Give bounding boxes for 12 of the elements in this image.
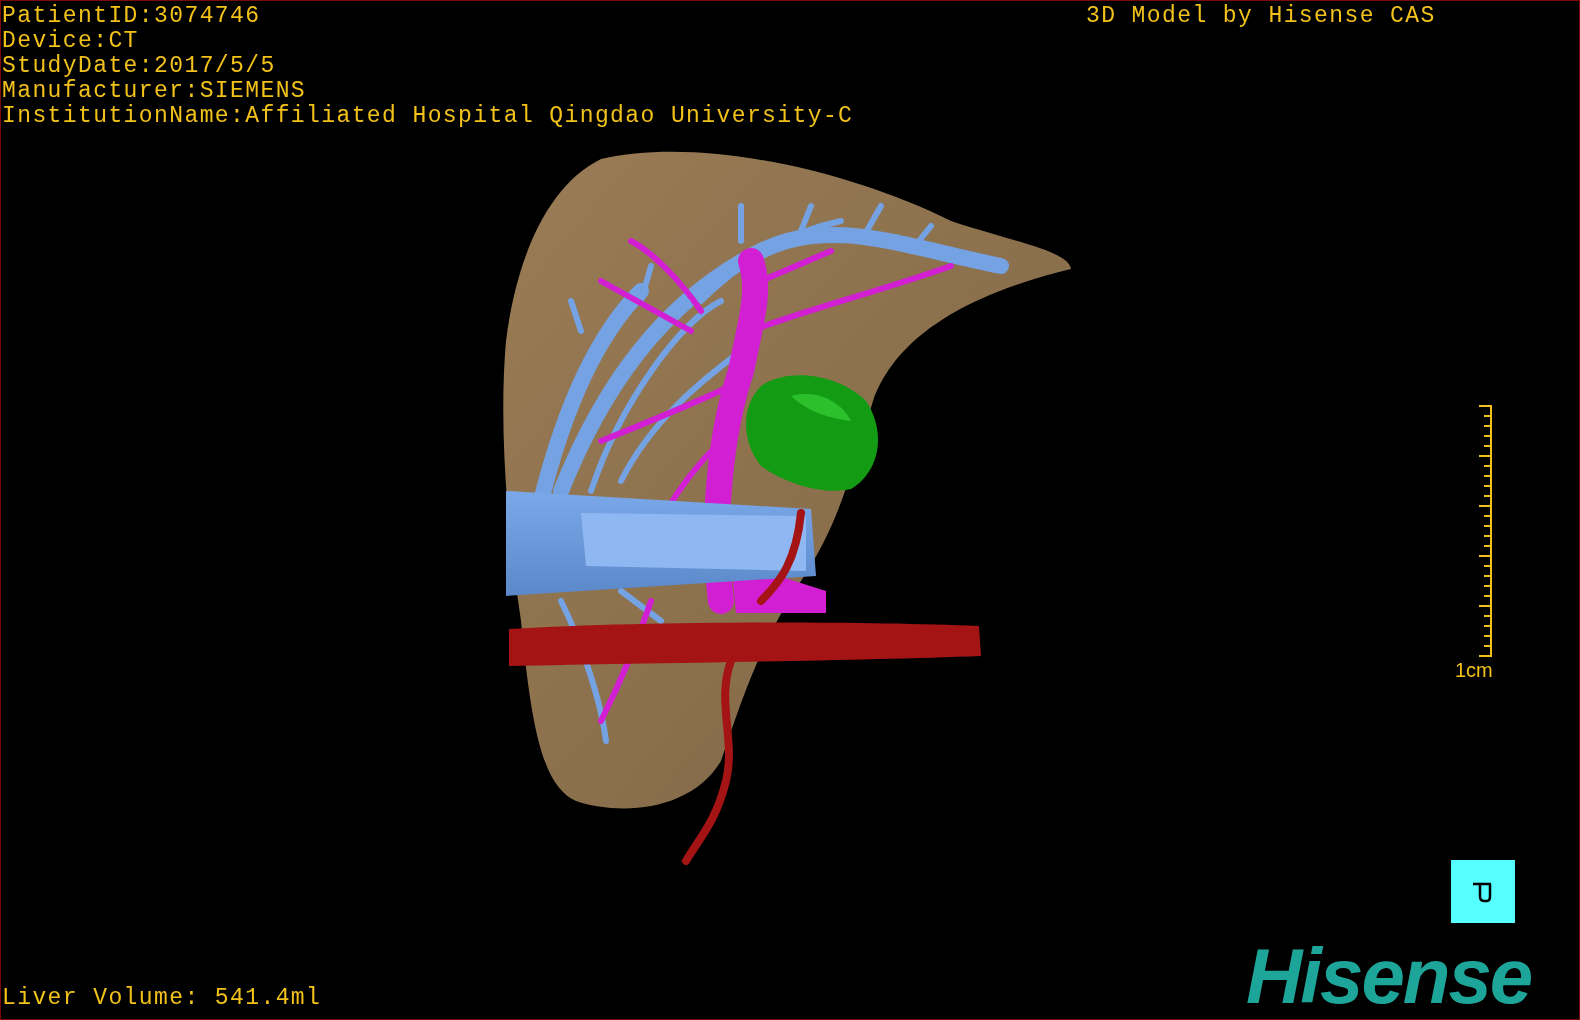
orientation-button[interactable]	[1451, 860, 1515, 923]
patient-info-line: Device:CT	[2, 29, 139, 54]
patient-info-line: Manufacturer:SIEMENS	[2, 79, 307, 104]
patient-info-line: InstitutionName:Affiliated Hospital Qingdao University-C	[2, 104, 854, 129]
scale-ruler-icon	[1479, 405, 1493, 657]
liver-volume-label: Liver Volume: 541.4ml	[2, 986, 322, 1011]
patient-info-line: StudyDate:2017/5/5	[2, 54, 276, 79]
brand-logo: Hisense	[1246, 941, 1532, 1011]
orientation-icon	[1472, 880, 1494, 903]
model-title: 3D Model by Hisense CAS	[1086, 4, 1436, 29]
scale-label: 1cm	[1455, 659, 1493, 681]
patient-info-line: PatientID:3074746	[2, 4, 261, 29]
